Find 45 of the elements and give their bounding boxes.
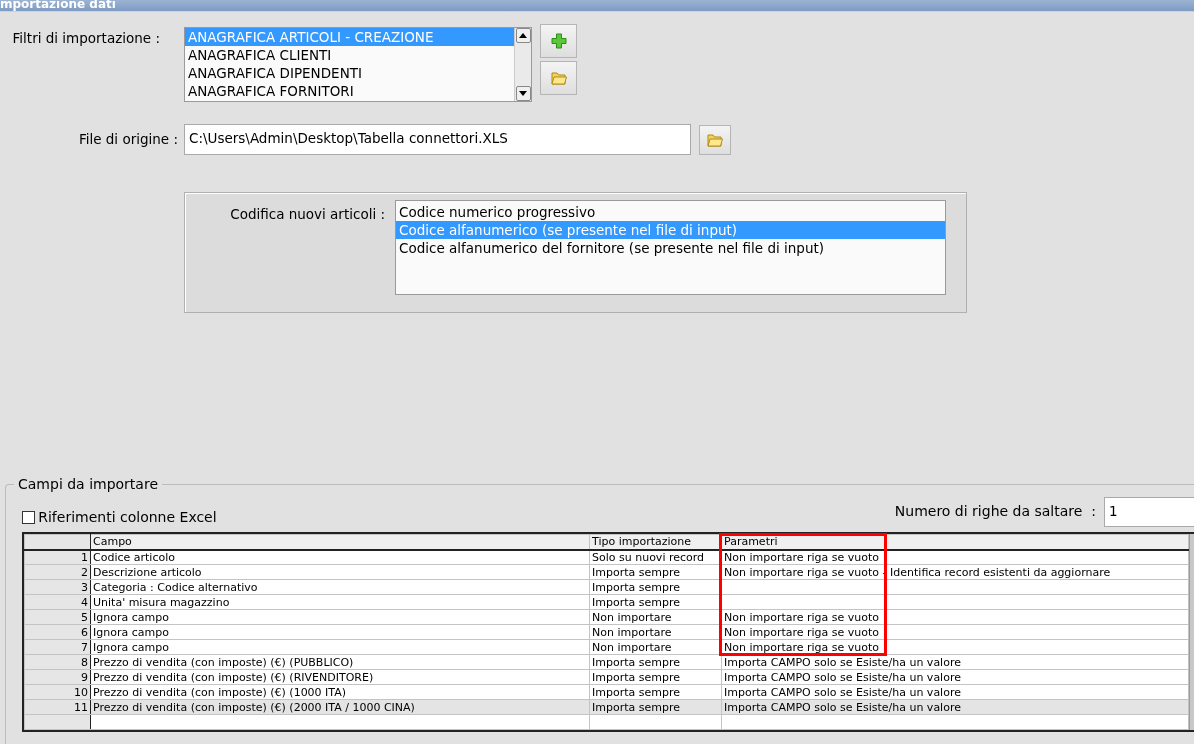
- table-cell: Importa CAMPO solo se Esiste/ha un valore: [721, 669, 1189, 685]
- table-cell: Importa sempre: [589, 669, 722, 685]
- filter-list[interactable]: ANAGRAFICA ARTICOLI - CREAZIONE ANAGRAFICA CLIENTI ANAGRAFICA DIPENDENTI ANAGRAFICA FORNITORI: [184, 27, 532, 102]
- column-header[interactable]: Parametri: [721, 534, 1189, 550]
- coding-list[interactable]: Codice numerico progressivo Codice alfanumerico (se presente nel file di input) Codice alfanumerico del fornitore (se presente nel file di input): [395, 200, 946, 295]
- checkbox-label: Riferimenti colonne Excel: [38, 508, 217, 527]
- field-label: File di origine :: [77, 130, 179, 150]
- list-item[interactable]: Codice numerico progressivo: [396, 203, 945, 221]
- table-cell: Descrizione articolo: [90, 564, 590, 580]
- table-cell: Non importare riga se vuoto: [721, 624, 1189, 640]
- table-cell: Importa CAMPO solo se Esiste/ha un valore: [721, 654, 1189, 670]
- file-path-field[interactable]: C:\Users\Admin\Desktop\Tabella connettori.XLS: [184, 124, 691, 155]
- table-cell: Importa sempre: [589, 654, 722, 670]
- table-cell: Unita' misura magazzino: [90, 594, 590, 610]
- list-item[interactable]: ANAGRAFICA DIPENDENTI: [185, 64, 514, 82]
- field-label: Numero di righe da saltare :: [894, 502, 1096, 521]
- table-cell: Prezzo di vendita (con imposte) (€) (PUBBLICO): [90, 654, 590, 670]
- column-header[interactable]: Campo: [90, 534, 590, 550]
- plus-icon: [550, 33, 567, 49]
- table-cell: Importa sempre: [589, 684, 722, 700]
- scroll-down-icon[interactable]: [515, 86, 531, 101]
- field-label: Filtri di importazione :: [11, 29, 161, 48]
- table-cell: Importa CAMPO solo se Esiste/ha un valore: [721, 684, 1189, 700]
- table-cell: Ignora campo: [90, 639, 590, 655]
- folder-icon: [550, 71, 567, 86]
- list-item[interactable]: ANAGRAFICA CLIENTI: [185, 46, 514, 64]
- table-cell: Non importare riga se vuoto: [721, 609, 1189, 625]
- list-item[interactable]: Codice alfanumerico del fornitore (se presente nel file di input): [396, 239, 945, 257]
- table-cell: Non importare riga se vuoto - Identifica record esistenti da aggiornare: [721, 564, 1189, 580]
- rows-to-skip-field[interactable]: 1: [1104, 496, 1194, 527]
- field-label: Codifica nuovi articoli :: [229, 205, 386, 224]
- table-cell: Ignora campo: [90, 609, 590, 625]
- list-item[interactable]: ANAGRAFICA FORNITORI: [185, 82, 514, 100]
- table-cell: Prezzo di vendita (con imposte) (€) (1000 ITA): [90, 684, 590, 700]
- table-cell: Non importare riga se vuoto: [721, 549, 1189, 565]
- table-cell: Ignora campo: [90, 624, 590, 640]
- table-cell: Prezzo di vendita (con imposte) (€) (RIVENDITORE): [90, 669, 590, 685]
- scroll-up-icon[interactable]: [515, 28, 531, 43]
- column-header[interactable]: Tipo importazione: [589, 534, 722, 550]
- checkbox[interactable]: [22, 511, 35, 524]
- add-button[interactable]: [540, 24, 577, 58]
- table-cell: Codice articolo: [90, 549, 590, 565]
- group-title: Campi da importare: [14, 475, 162, 493]
- table-cell: Categoria : Codice alternativo: [90, 579, 590, 595]
- folder-icon: [707, 132, 723, 147]
